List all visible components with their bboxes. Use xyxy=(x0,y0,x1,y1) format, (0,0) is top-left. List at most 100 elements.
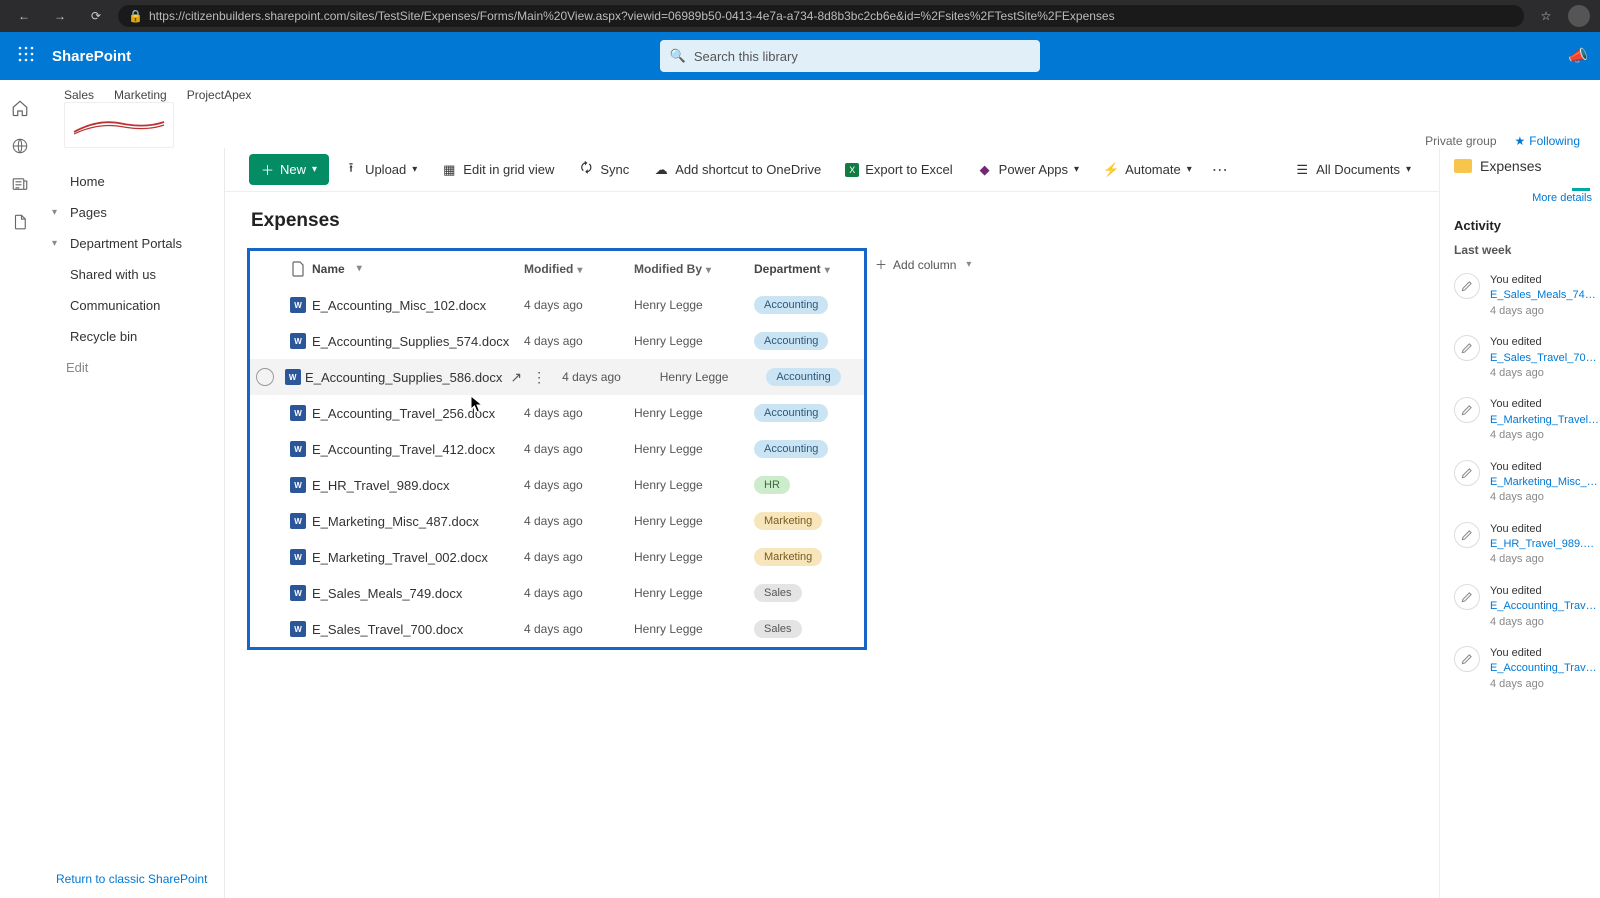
chevron-down-icon: ▾ xyxy=(312,164,317,175)
add-column-button[interactable]: ＋ Add column ▾ xyxy=(875,256,1005,273)
power-apps-button[interactable]: ◆ Power Apps ▾ xyxy=(967,158,1089,182)
file-name[interactable]: E_Sales_Travel_700.docx xyxy=(312,622,463,637)
department-pill: Sales xyxy=(754,584,802,602)
more-actions-icon[interactable]: ⋮ xyxy=(532,369,546,386)
bookmark-star-icon[interactable]: ☆ xyxy=(1532,6,1560,26)
column-header-name[interactable]: Name▾ xyxy=(312,262,524,276)
department-pill: Accounting xyxy=(754,296,828,314)
activity-file-link[interactable]: E_Accounting_Travel_256.docx xyxy=(1490,661,1600,676)
url-bar[interactable]: 🔒 https://citizenbuilders.sharepoint.com… xyxy=(118,5,1524,27)
modified-by-cell: Henry Legge xyxy=(634,514,754,528)
return-classic-link[interactable]: Return to classic SharePoint xyxy=(40,860,224,898)
activity-item[interactable]: You editedE_Accounting_Travel_412.docx4 … xyxy=(1454,576,1600,638)
activity-when: 4 days ago xyxy=(1490,615,1600,630)
modified-cell: 4 days ago xyxy=(524,406,634,420)
file-name[interactable]: E_Accounting_Travel_412.docx xyxy=(312,442,495,457)
table-row[interactable]: WE_HR_Travel_989.docx4 days agoHenry Leg… xyxy=(250,467,864,503)
table-row[interactable]: WE_Accounting_Supplies_574.docx4 days ag… xyxy=(250,323,864,359)
activity-file-link[interactable]: E_HR_Travel_989.docx xyxy=(1490,537,1600,552)
file-name[interactable]: E_Sales_Meals_749.docx xyxy=(312,586,462,601)
file-name[interactable]: E_Marketing_Misc_487.docx xyxy=(312,514,479,529)
nav-edit-link[interactable]: Edit xyxy=(40,352,224,383)
activity-file-link[interactable]: E_Sales_Travel_700.docx xyxy=(1490,351,1600,366)
nav-item-label: Communication xyxy=(70,298,160,313)
activity-item[interactable]: You editedE_Marketing_Travel_002.docx4 d… xyxy=(1454,389,1600,451)
department-pill: Sales xyxy=(754,620,802,638)
sharepoint-brand[interactable]: SharePoint xyxy=(52,48,131,65)
sync-button[interactable]: 🗘 Sync xyxy=(568,158,639,182)
activity-item[interactable]: You editedE_Sales_Travel_700.docx4 days … xyxy=(1454,327,1600,389)
document-table: Name▾ Modified▾ Modified By▾ xyxy=(250,251,864,647)
column-header-department[interactable]: Department▾ xyxy=(754,262,864,276)
more-commands-icon[interactable]: ⋯ xyxy=(1206,160,1234,180)
file-name[interactable]: E_HR_Travel_989.docx xyxy=(312,478,450,493)
nav-item[interactable]: Shared with us xyxy=(40,259,224,290)
share-icon[interactable]: ↗ xyxy=(510,369,522,386)
activity-item[interactable]: You editedE_HR_Travel_989.docx4 days ago xyxy=(1454,514,1600,576)
back-button[interactable]: ← xyxy=(10,6,38,26)
activity-when: 4 days ago xyxy=(1490,428,1600,443)
upload-button[interactable]: ⭱ Upload ▾ xyxy=(333,158,427,182)
details-pane: Expenses More details Activity Last week… xyxy=(1440,148,1600,898)
drag-handle-icon[interactable] xyxy=(1572,188,1590,191)
nav-item-label: Home xyxy=(70,174,105,189)
new-button[interactable]: ＋ New ▾ xyxy=(249,154,329,185)
reload-button[interactable]: ⟳ xyxy=(82,6,110,26)
forward-button[interactable]: → xyxy=(46,6,74,26)
chevron-down-icon: ▾ xyxy=(577,265,582,276)
add-shortcut-button[interactable]: ☁ Add shortcut to OneDrive xyxy=(643,158,831,182)
filetype-header-icon[interactable] xyxy=(284,261,312,277)
site-tab[interactable]: Marketing xyxy=(114,88,167,102)
table-row[interactable]: WE_Accounting_Travel_256.docx4 days agoH… xyxy=(250,395,864,431)
activity-file-link[interactable]: E_Sales_Meals_749.docx xyxy=(1490,288,1600,303)
table-row[interactable]: WE_Sales_Travel_700.docx4 days agoHenry … xyxy=(250,611,864,647)
table-row[interactable]: WE_Accounting_Misc_102.docx4 days agoHen… xyxy=(250,287,864,323)
activity-file-link[interactable]: E_Marketing_Travel_002.docx xyxy=(1490,413,1600,428)
megaphone-icon[interactable]: 📣 xyxy=(1568,46,1588,66)
site-tab[interactable]: Sales xyxy=(64,88,94,102)
table-row[interactable]: WE_Marketing_Misc_487.docx4 days agoHenr… xyxy=(250,503,864,539)
globe-icon[interactable] xyxy=(10,136,30,156)
view-selector[interactable]: ☰ All Documents ▾ xyxy=(1284,158,1421,182)
nav-item[interactable]: Home xyxy=(40,166,224,197)
column-header-modified[interactable]: Modified▾ xyxy=(524,262,634,276)
table-row[interactable]: WE_Sales_Meals_749.docx4 days agoHenry L… xyxy=(250,575,864,611)
nav-item[interactable]: Communication xyxy=(40,290,224,321)
activity-file-link[interactable]: E_Marketing_Misc_487.docx xyxy=(1490,475,1600,490)
table-row[interactable]: WE_Marketing_Travel_002.docx4 days agoHe… xyxy=(250,539,864,575)
column-header-modified-by[interactable]: Modified By▾ xyxy=(634,262,754,276)
file-name[interactable]: E_Accounting_Supplies_586.docx xyxy=(305,370,502,385)
site-tab[interactable]: ProjectApex xyxy=(187,88,252,102)
chevron-down-icon: ▾ xyxy=(1406,164,1411,175)
profile-avatar[interactable] xyxy=(1568,5,1590,27)
chevron-down-icon: ▾ xyxy=(706,265,711,276)
table-highlight-box: Name▾ Modified▾ Modified By▾ xyxy=(247,248,867,650)
news-icon[interactable] xyxy=(10,174,30,194)
department-pill: Accounting xyxy=(754,404,828,422)
file-name[interactable]: E_Accounting_Supplies_574.docx xyxy=(312,334,509,349)
app-launcher-icon[interactable] xyxy=(12,42,40,71)
following-button[interactable]: ★ Following xyxy=(1515,134,1580,148)
activity-item[interactable]: You editedE_Accounting_Travel_256.docx4 … xyxy=(1454,638,1600,700)
activity-item[interactable]: You editedE_Sales_Meals_749.docx4 days a… xyxy=(1454,265,1600,327)
table-row[interactable]: WE_Accounting_Travel_412.docx4 days agoH… xyxy=(250,431,864,467)
edit-grid-button[interactable]: ▦ Edit in grid view xyxy=(431,158,564,182)
nav-item[interactable]: Recycle bin xyxy=(40,321,224,352)
nav-item[interactable]: ▾Department Portals xyxy=(40,228,224,259)
nav-item[interactable]: ▾Pages xyxy=(40,197,224,228)
export-excel-button[interactable]: X Export to Excel xyxy=(835,158,962,181)
nav-item-label: Department Portals xyxy=(70,236,182,251)
activity-item[interactable]: You editedE_Marketing_Misc_487.docx4 day… xyxy=(1454,452,1600,514)
file-name[interactable]: E_Accounting_Misc_102.docx xyxy=(312,298,486,313)
file-name[interactable]: E_Accounting_Travel_256.docx xyxy=(312,406,495,421)
table-row[interactable]: WE_Accounting_Supplies_586.docx↗⋮4 days … xyxy=(250,359,864,395)
home-icon[interactable] xyxy=(10,98,30,118)
site-logo[interactable] xyxy=(64,102,174,148)
files-icon[interactable] xyxy=(10,212,30,232)
search-box[interactable]: 🔍 Search this library xyxy=(660,40,1040,72)
automate-button[interactable]: ⚡ Automate ▾ xyxy=(1093,158,1202,182)
file-name[interactable]: E_Marketing_Travel_002.docx xyxy=(312,550,488,565)
row-select-circle[interactable] xyxy=(256,368,274,386)
activity-file-link[interactable]: E_Accounting_Travel_412.docx xyxy=(1490,599,1600,614)
more-details-link[interactable]: More details xyxy=(1454,192,1600,218)
